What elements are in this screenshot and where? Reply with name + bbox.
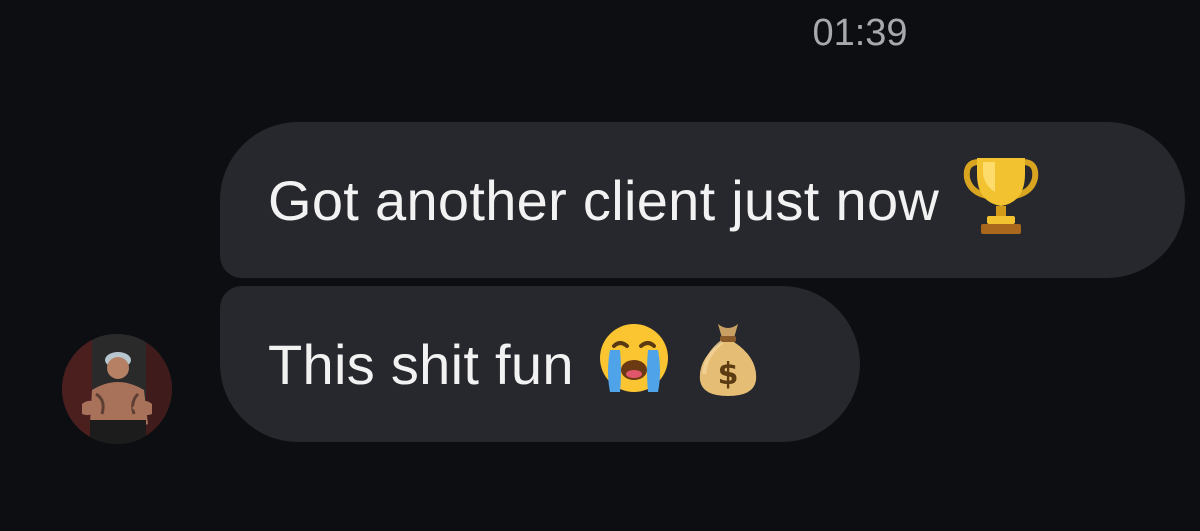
- svg-text:$: $: [717, 357, 738, 392]
- crying-face-icon: [596, 320, 672, 409]
- avatar[interactable]: [62, 334, 172, 444]
- money-bag-icon: $: [694, 318, 762, 411]
- message-bubble[interactable]: This shit fun $: [220, 286, 860, 442]
- message-bubble[interactable]: Got another client just now: [220, 122, 1185, 278]
- message-text: This shit fun: [268, 332, 574, 396]
- chat-screen: 01:39 Got another client just now This s…: [0, 0, 1200, 531]
- trophy-icon: [961, 152, 1041, 249]
- message-timestamp: 01:39: [812, 12, 908, 54]
- message-text: Got another client just now: [268, 168, 940, 232]
